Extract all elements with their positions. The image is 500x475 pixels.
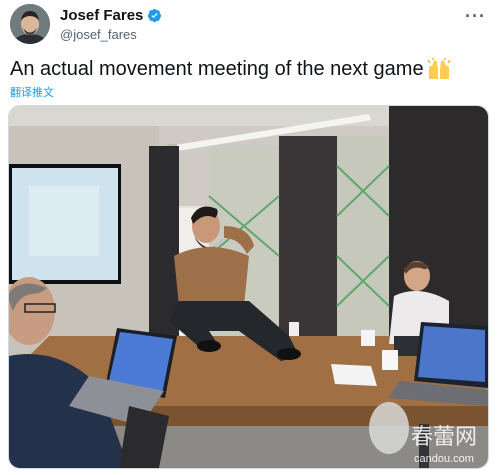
- watermark-text: 春蕾网: [411, 424, 477, 449]
- handle[interactable]: @josef_fares: [60, 27, 162, 42]
- tweet-photo[interactable]: 春蕾网 candou.com: [8, 105, 489, 469]
- more-horizontal-icon: ···: [465, 6, 486, 26]
- raising-hands-emoji: [426, 58, 451, 79]
- avatar[interactable]: [10, 4, 50, 44]
- display-name[interactable]: Josef Fares: [60, 7, 143, 24]
- meeting-room-photo: 春蕾网 candou.com: [9, 106, 488, 468]
- tweet-header: Josef Fares @josef_fares ···: [10, 4, 490, 46]
- tweet-card: Josef Fares @josef_fares ··· An actual m…: [0, 0, 500, 475]
- avatar-image: [10, 4, 50, 44]
- tweet-body: An actual movement meeting of the next g…: [10, 58, 424, 80]
- verified-badge-icon: [148, 8, 162, 23]
- author-names: Josef Fares @josef_fares: [60, 7, 162, 42]
- tweet-text: An actual movement meeting of the next g…: [10, 56, 480, 82]
- watermark-domain: candou.com: [414, 453, 474, 465]
- more-options-button[interactable]: ···: [465, 6, 486, 27]
- translate-tweet-link[interactable]: 翻译推文: [10, 84, 54, 100]
